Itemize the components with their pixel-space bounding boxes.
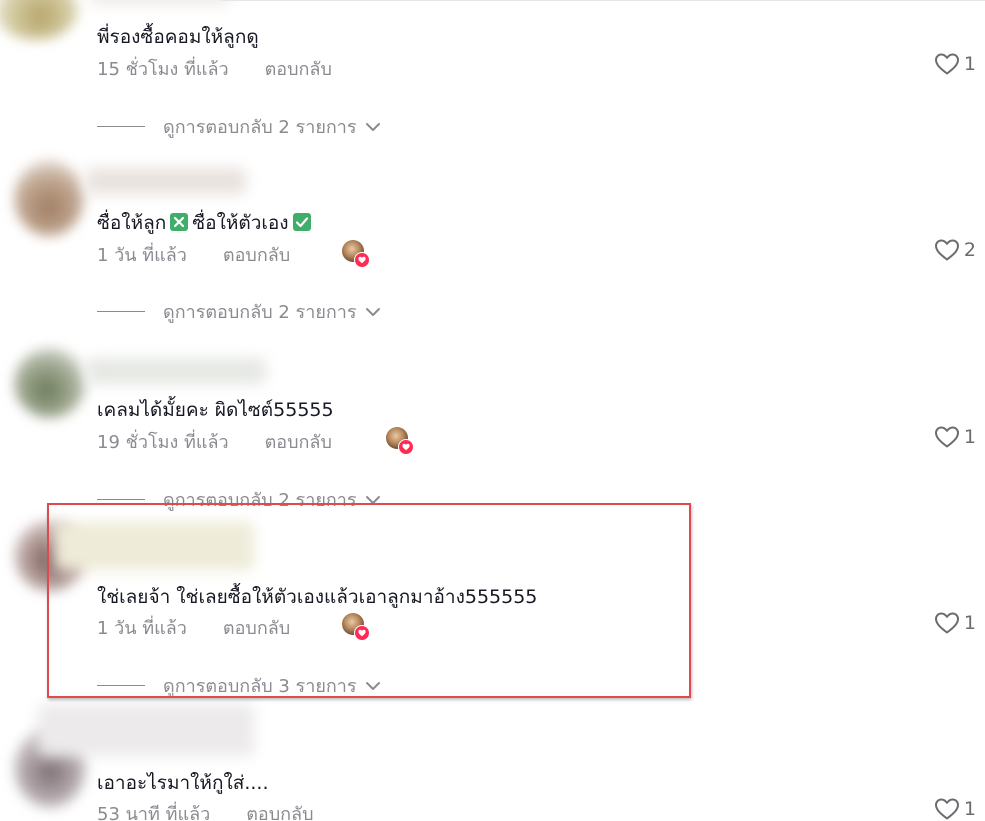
check-mark-box-icon	[292, 213, 311, 231]
avatar[interactable]	[0, 0, 78, 40]
like-count: 1	[963, 612, 976, 634]
highlight-box	[47, 503, 691, 698]
username-blurred[interactable]	[38, 704, 254, 756]
creator-heart-badge-icon	[398, 439, 414, 455]
comment-time: 19 ชั่วโมง ที่แล้ว	[97, 432, 229, 453]
like-button[interactable]: 1	[934, 425, 976, 449]
view-replies-label: ดูการตอบกลับ 2 รายการ	[163, 117, 357, 138]
heart-outline-icon	[934, 798, 959, 820]
like-button[interactable]: 2	[934, 238, 976, 262]
reply-button[interactable]: ตอบกลับ	[223, 240, 290, 269]
comment-text: เอาอะไรมาให้กูใส่....	[97, 772, 269, 794]
replies-divider	[97, 311, 145, 312]
comment-text: ซื่อให้ลูก ซื่อให้ตัวเอง	[97, 208, 315, 238]
like-button[interactable]: 1	[934, 52, 976, 76]
avatar[interactable]	[14, 348, 86, 418]
reply-button[interactable]: ตอบกลับ	[265, 427, 332, 456]
chevron-down-icon	[365, 121, 381, 133]
like-button[interactable]: 1	[934, 611, 976, 635]
username-blurred[interactable]	[86, 168, 246, 194]
reply-button[interactable]: ตอบกลับ	[246, 799, 313, 821]
comment-time: 15 ชั่วโมง ที่แล้ว	[97, 59, 229, 80]
avatar[interactable]	[14, 160, 84, 236]
comment-text-part: ซื่อให้ตัวเอง	[192, 212, 289, 234]
like-button[interactable]: 1	[934, 797, 976, 821]
like-count: 1	[963, 53, 976, 75]
comment-time: 1 วัน ที่แล้ว	[97, 245, 187, 266]
chevron-down-icon	[365, 306, 381, 318]
cross-mark-box-icon	[170, 213, 189, 231]
username-blurred[interactable]	[90, 0, 230, 4]
replies-divider	[97, 126, 145, 127]
replies-divider	[97, 499, 145, 500]
heart-outline-icon	[934, 612, 959, 634]
comment-meta: 1 วัน ที่แล้ว ตอบกลับ	[97, 240, 290, 269]
comment-time: 53 นาที ที่แล้ว	[97, 804, 211, 821]
creator-liked-badge	[386, 427, 414, 455]
comments-panel: พี่รองซื้อคอมให้ลูกดู 15 ชั่วโมง ที่แล้ว…	[0, 0, 985, 821]
view-replies-button[interactable]: ดูการตอบกลับ 2 รายการ	[97, 297, 381, 326]
like-count: 1	[963, 798, 976, 820]
view-replies-button[interactable]: ดูการตอบกลับ 2 รายการ	[97, 112, 381, 141]
comment-text: พี่รองซื้อคอมให้ลูกดู	[97, 26, 259, 48]
top-divider	[220, 0, 985, 1]
creator-liked-badge	[342, 240, 370, 268]
heart-outline-icon	[934, 426, 959, 448]
comment-meta: 15 ชั่วโมง ที่แล้ว ตอบกลับ	[97, 54, 332, 83]
username-blurred[interactable]	[86, 358, 266, 384]
comment-meta: 53 นาที ที่แล้ว ตอบกลับ	[97, 799, 314, 821]
comment-text-part: ซื่อให้ลูก	[97, 212, 167, 234]
like-count: 1	[963, 426, 976, 448]
comment-meta: 19 ชั่วโมง ที่แล้ว ตอบกลับ	[97, 427, 332, 456]
reply-button[interactable]: ตอบกลับ	[265, 54, 332, 83]
view-replies-label: ดูการตอบกลับ 2 รายการ	[163, 302, 357, 323]
creator-heart-badge-icon	[354, 252, 370, 268]
comment-text: เคลมได้มั้ยคะ ผิดไซต์55555	[97, 399, 334, 421]
heart-outline-icon	[934, 53, 959, 75]
like-count: 2	[963, 239, 976, 261]
heart-outline-icon	[934, 239, 959, 261]
